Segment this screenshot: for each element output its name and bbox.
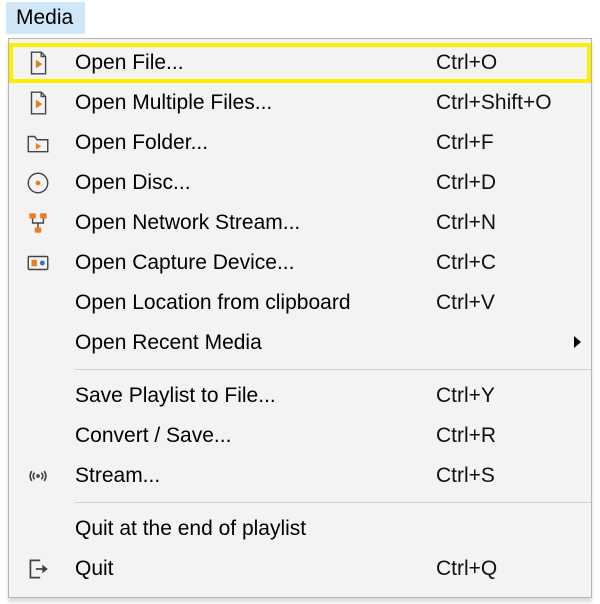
capture-device-icon — [25, 250, 75, 276]
menu-shortcut: Ctrl+D — [436, 171, 561, 195]
file-play-icon — [25, 90, 75, 116]
menu-shortcut: Ctrl+Shift+O — [436, 91, 561, 115]
menu-item-open-capture-device[interactable]: Open Capture Device... Ctrl+C — [9, 243, 591, 283]
menu-item-save-playlist-to-file[interactable]: Save Playlist to File... Ctrl+Y — [9, 376, 591, 416]
file-play-icon — [25, 50, 75, 76]
menu-shortcut: Ctrl+V — [436, 291, 561, 315]
menu-separator — [75, 369, 591, 370]
menu-shortcut: Ctrl+N — [436, 211, 561, 235]
menu-label: Quit at the end of playlist — [75, 517, 436, 541]
menu-label: Open Network Stream... — [75, 211, 436, 235]
menu-label: Quit — [75, 557, 436, 581]
menu-label: Open Capture Device... — [75, 251, 436, 275]
menu-item-convert-save[interactable]: Convert / Save... Ctrl+R — [9, 416, 591, 456]
disc-icon — [25, 170, 75, 196]
menu-item-open-disc[interactable]: Open Disc... Ctrl+D — [9, 163, 591, 203]
menu-item-open-location-from-clipboard[interactable]: Open Location from clipboard Ctrl+V — [9, 283, 591, 323]
menubar-item-media[interactable]: Media — [6, 2, 85, 34]
menu-item-open-folder[interactable]: Open Folder... Ctrl+F — [9, 123, 591, 163]
menu-item-open-recent-media[interactable]: Open Recent Media — [9, 323, 591, 363]
menu-item-quit-at-end-of-playlist[interactable]: Quit at the end of playlist — [9, 509, 591, 549]
menu-shortcut: Ctrl+Q — [436, 557, 561, 581]
menu-item-open-network-stream[interactable]: Open Network Stream... Ctrl+N — [9, 203, 591, 243]
media-menu: Open File... Ctrl+O Open Multiple Files.… — [9, 39, 591, 593]
submenu-arrow-icon — [573, 331, 583, 355]
stream-icon — [25, 463, 75, 489]
menu-shortcut: Ctrl+R — [436, 424, 561, 448]
menu-separator — [75, 502, 591, 503]
folder-play-icon — [25, 130, 75, 156]
menu-label: Open Disc... — [75, 171, 436, 195]
menubar: Media — [0, 0, 600, 34]
menu-label: Convert / Save... — [75, 424, 436, 448]
menu-shortcut: Ctrl+O — [436, 51, 561, 75]
quit-icon — [25, 556, 75, 582]
media-dropdown: Open File... Ctrl+O Open Multiple Files.… — [8, 38, 592, 598]
menu-item-open-multiple-files[interactable]: Open Multiple Files... Ctrl+Shift+O — [9, 83, 591, 123]
menu-shortcut: Ctrl+F — [436, 131, 561, 155]
menu-shortcut: Ctrl+C — [436, 251, 561, 275]
menu-label: Open Location from clipboard — [75, 291, 436, 315]
menu-label: Open File... — [75, 51, 436, 75]
network-icon — [25, 210, 75, 236]
menu-item-open-file[interactable]: Open File... Ctrl+O — [9, 43, 591, 83]
menu-label: Save Playlist to File... — [75, 384, 436, 408]
menu-item-stream[interactable]: Stream... Ctrl+S — [9, 456, 591, 496]
menu-item-quit[interactable]: Quit Ctrl+Q — [9, 549, 591, 589]
menu-label: Open Folder... — [75, 131, 436, 155]
menu-label: Stream... — [75, 464, 436, 488]
menu-label: Open Multiple Files... — [75, 91, 436, 115]
menu-shortcut: Ctrl+Y — [436, 384, 561, 408]
menu-label: Open Recent Media — [75, 331, 436, 355]
menu-shortcut: Ctrl+S — [436, 464, 561, 488]
